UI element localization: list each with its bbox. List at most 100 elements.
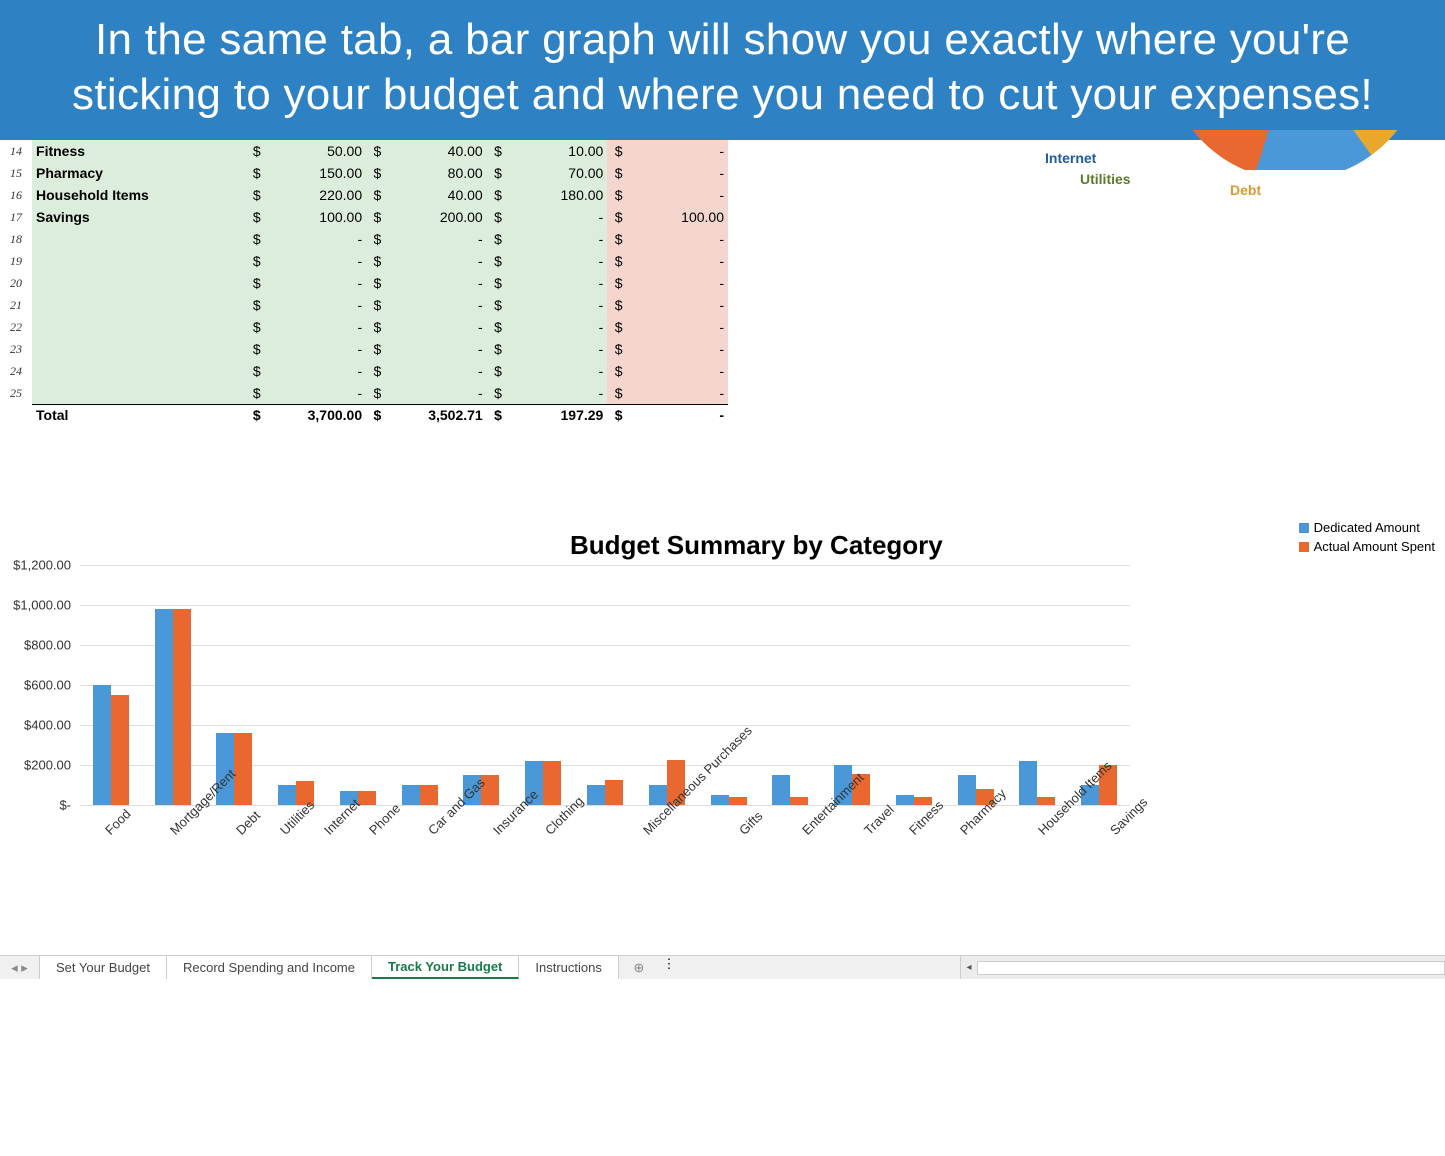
row-number: 16 (0, 184, 32, 206)
chart-bars (80, 565, 1130, 805)
under-cell[interactable]: - (506, 228, 607, 250)
add-sheet-button[interactable]: ⊕ (619, 956, 659, 979)
table-row[interactable]: 23$-$-$-$- (0, 338, 728, 360)
table-row[interactable]: 20$-$-$-$- (0, 272, 728, 294)
over-cell[interactable]: - (627, 184, 728, 206)
table-row[interactable]: 16Household Items$220.00$40.00$180.00$- (0, 184, 728, 206)
currency-symbol: $ (366, 140, 385, 162)
dedicated-cell[interactable]: 150.00 (265, 162, 366, 184)
over-cell[interactable]: - (627, 228, 728, 250)
category-cell[interactable] (32, 360, 245, 382)
actual-cell[interactable]: - (385, 228, 486, 250)
currency-symbol: $ (246, 184, 265, 206)
under-cell[interactable]: - (506, 338, 607, 360)
category-cell[interactable]: Household Items (32, 184, 245, 206)
under-cell[interactable]: 70.00 (506, 162, 607, 184)
over-cell[interactable]: 100.00 (627, 206, 728, 228)
under-cell[interactable]: - (506, 250, 607, 272)
actual-cell[interactable]: - (385, 338, 486, 360)
dedicated-cell[interactable]: - (265, 272, 366, 294)
actual-cell[interactable]: 40.00 (385, 184, 486, 206)
table-row[interactable]: 15Pharmacy$150.00$80.00$70.00$- (0, 162, 728, 184)
over-cell[interactable]: - (627, 140, 728, 162)
over-cell[interactable]: - (627, 316, 728, 338)
dedicated-cell[interactable]: - (265, 382, 366, 404)
sheet-tab-active[interactable]: Track Your Budget (372, 956, 519, 979)
bar-actual (111, 695, 129, 805)
category-cell[interactable] (32, 316, 245, 338)
table-row[interactable]: 22$-$-$-$- (0, 316, 728, 338)
under-cell[interactable]: - (506, 316, 607, 338)
over-cell[interactable]: - (627, 272, 728, 294)
over-cell[interactable]: - (627, 360, 728, 382)
under-cell[interactable]: - (506, 360, 607, 382)
table-row[interactable]: 25$-$-$-$- (0, 382, 728, 404)
over-cell[interactable]: - (627, 338, 728, 360)
horizontal-scrollbar[interactable]: ◂ (960, 956, 1445, 979)
bar-group (265, 781, 327, 805)
category-cell[interactable] (32, 272, 245, 294)
bar-actual (790, 797, 808, 805)
table-row[interactable]: 14Fitness$50.00$40.00$10.00$- (0, 140, 728, 162)
under-cell[interactable]: - (506, 272, 607, 294)
dedicated-cell[interactable]: 50.00 (265, 140, 366, 162)
over-cell[interactable]: - (627, 382, 728, 404)
currency-symbol: $ (366, 162, 385, 184)
actual-cell[interactable]: 200.00 (385, 206, 486, 228)
table-row[interactable]: 19$-$-$-$- (0, 250, 728, 272)
currency-symbol: $ (487, 184, 506, 206)
category-cell[interactable] (32, 382, 245, 404)
actual-cell[interactable]: - (385, 294, 486, 316)
over-cell[interactable]: - (627, 162, 728, 184)
category-cell[interactable]: Pharmacy (32, 162, 245, 184)
category-cell[interactable] (32, 228, 245, 250)
under-cell[interactable]: 10.00 (506, 140, 607, 162)
table-row[interactable]: 18$-$-$-$- (0, 228, 728, 250)
sheet-tab[interactable]: Set Your Budget (40, 956, 167, 979)
sheet-tab[interactable]: Record Spending and Income (167, 956, 372, 979)
currency-symbol: $ (607, 316, 626, 338)
actual-cell[interactable]: - (385, 360, 486, 382)
category-cell[interactable] (32, 338, 245, 360)
actual-cell[interactable]: - (385, 272, 486, 294)
category-cell[interactable] (32, 294, 245, 316)
category-cell[interactable]: Fitness (32, 140, 245, 162)
actual-cell[interactable]: - (385, 382, 486, 404)
category-cell[interactable]: Savings (32, 206, 245, 228)
dedicated-cell[interactable]: - (265, 294, 366, 316)
scroll-left-button[interactable]: ◂ (961, 960, 977, 976)
tab-nav-prev[interactable]: ◂ ▸ (0, 956, 40, 979)
table-row[interactable]: 21$-$-$-$- (0, 294, 728, 316)
actual-cell[interactable]: - (385, 250, 486, 272)
table-row[interactable]: 24$-$-$-$- (0, 360, 728, 382)
dedicated-cell[interactable]: 220.00 (265, 184, 366, 206)
dedicated-cell[interactable]: - (265, 316, 366, 338)
under-cell[interactable]: - (506, 206, 607, 228)
under-cell[interactable]: 180.00 (506, 184, 607, 206)
dedicated-cell[interactable]: 100.00 (265, 206, 366, 228)
scroll-thumb-track[interactable] (977, 961, 1445, 975)
budget-table[interactable]: 14Fitness$50.00$40.00$10.00$-15Pharmacy$… (0, 140, 728, 426)
row-number: 18 (0, 228, 32, 250)
y-tick-label: $800.00 (24, 638, 71, 653)
dedicated-cell[interactable]: - (265, 360, 366, 382)
actual-cell[interactable]: 80.00 (385, 162, 486, 184)
currency-symbol: $ (366, 360, 385, 382)
over-cell[interactable]: - (627, 250, 728, 272)
table-row[interactable]: 17Savings$100.00$200.00$-$100.00 (0, 206, 728, 228)
dedicated-cell[interactable]: - (265, 338, 366, 360)
under-cell[interactable]: - (506, 294, 607, 316)
currency-symbol: $ (487, 250, 506, 272)
bar-actual (543, 761, 561, 805)
currency-symbol: $ (366, 184, 385, 206)
sheet-tab[interactable]: Instructions (519, 956, 618, 979)
category-cell[interactable] (32, 250, 245, 272)
currency-symbol: $ (487, 360, 506, 382)
over-cell[interactable]: - (627, 294, 728, 316)
row-number: 23 (0, 338, 32, 360)
dedicated-cell[interactable]: - (265, 250, 366, 272)
dedicated-cell[interactable]: - (265, 228, 366, 250)
actual-cell[interactable]: - (385, 316, 486, 338)
under-cell[interactable]: - (506, 382, 607, 404)
actual-cell[interactable]: 40.00 (385, 140, 486, 162)
